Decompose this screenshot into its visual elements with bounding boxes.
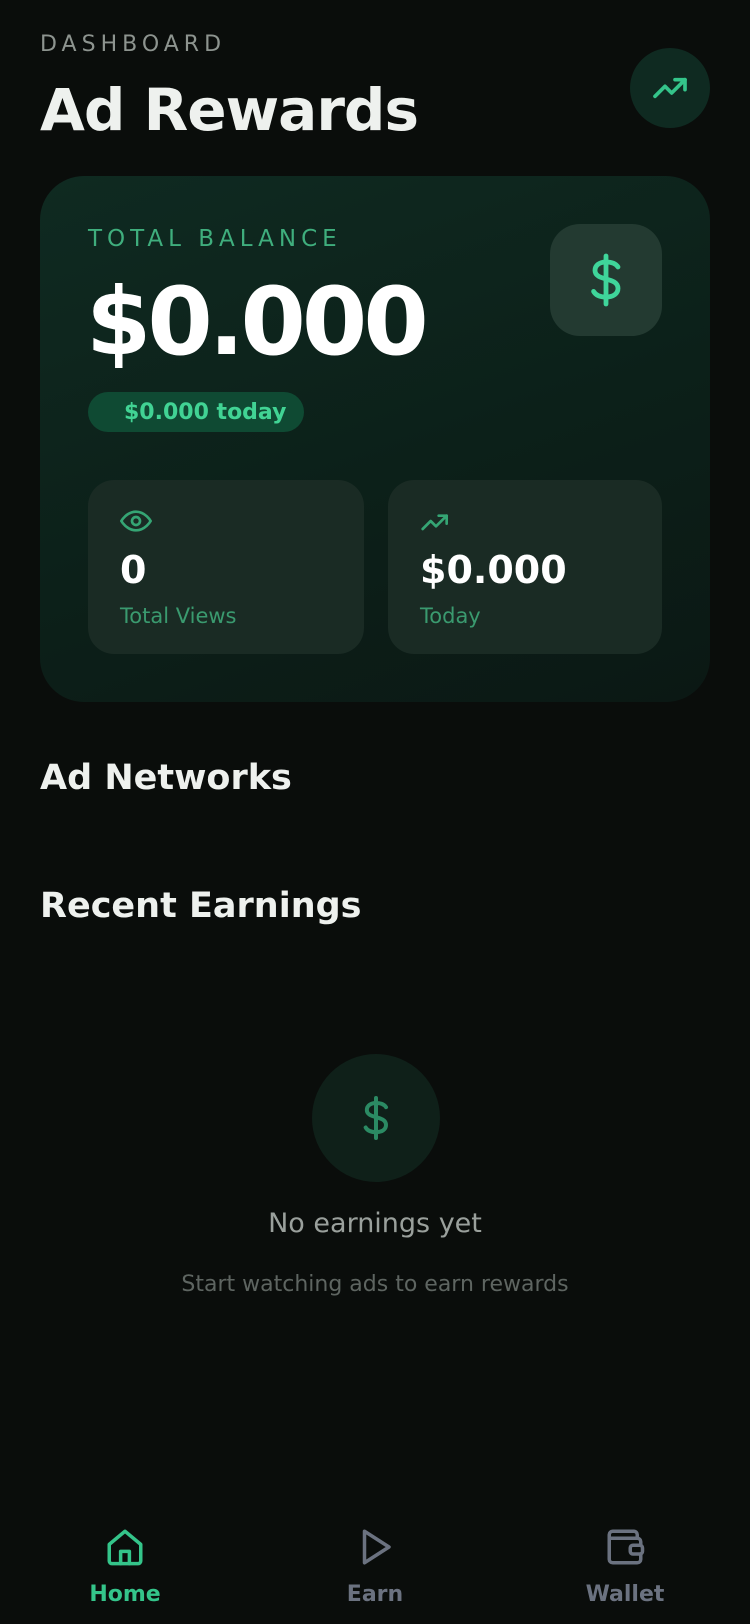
trends-button[interactable] [630,48,710,128]
stat-label: Total Views [120,604,237,628]
header: DASHBOARD Ad Rewards [40,32,710,144]
trending-up-icon [421,514,448,531]
today-earnings-badge: $0.000 today [88,392,305,432]
nav-item-home[interactable]: Home [50,1526,200,1607]
balance-card: TOTAL BALANCE $0.000 $0.000 today 0 Tota… [40,176,710,702]
stat-total-views: 0 Total Views [88,480,364,654]
play-icon [362,1529,391,1565]
dollar-icon [363,1096,388,1140]
balance-amount: $0.000 [86,268,429,377]
stat-today: $0.000 Today [388,480,662,654]
eyebrow-label: DASHBOARD [40,32,227,57]
wallet-icon [607,1529,645,1565]
stat-value: $0.000 [420,548,567,592]
nav-item-earn[interactable]: Earn [300,1526,450,1607]
empty-state-title: No earnings yet [268,1208,482,1239]
dollar-icon [591,253,621,307]
empty-state-icon-circle [312,1054,440,1182]
nav-label: Wallet [585,1582,665,1607]
stat-label: Today [420,604,481,628]
dollar-tile [550,224,662,336]
home-icon [107,1529,143,1566]
bottom-navigation: Home Earn Wallet [0,1520,750,1624]
eye-icon [120,510,152,532]
trending-up-icon [653,77,687,99]
nav-label: Earn [346,1582,404,1607]
stat-value: 0 [120,548,147,592]
balance-label: TOTAL BALANCE [88,226,342,252]
empty-state-subtitle: Start watching ads to earn rewards [181,1272,569,1297]
section-title-recent-earnings: Recent Earnings [40,886,362,926]
nav-item-wallet[interactable]: Wallet [550,1526,700,1607]
section-title-ad-networks: Ad Networks [40,758,292,798]
page-title: Ad Rewards [40,76,419,144]
nav-label: Home [89,1582,161,1607]
